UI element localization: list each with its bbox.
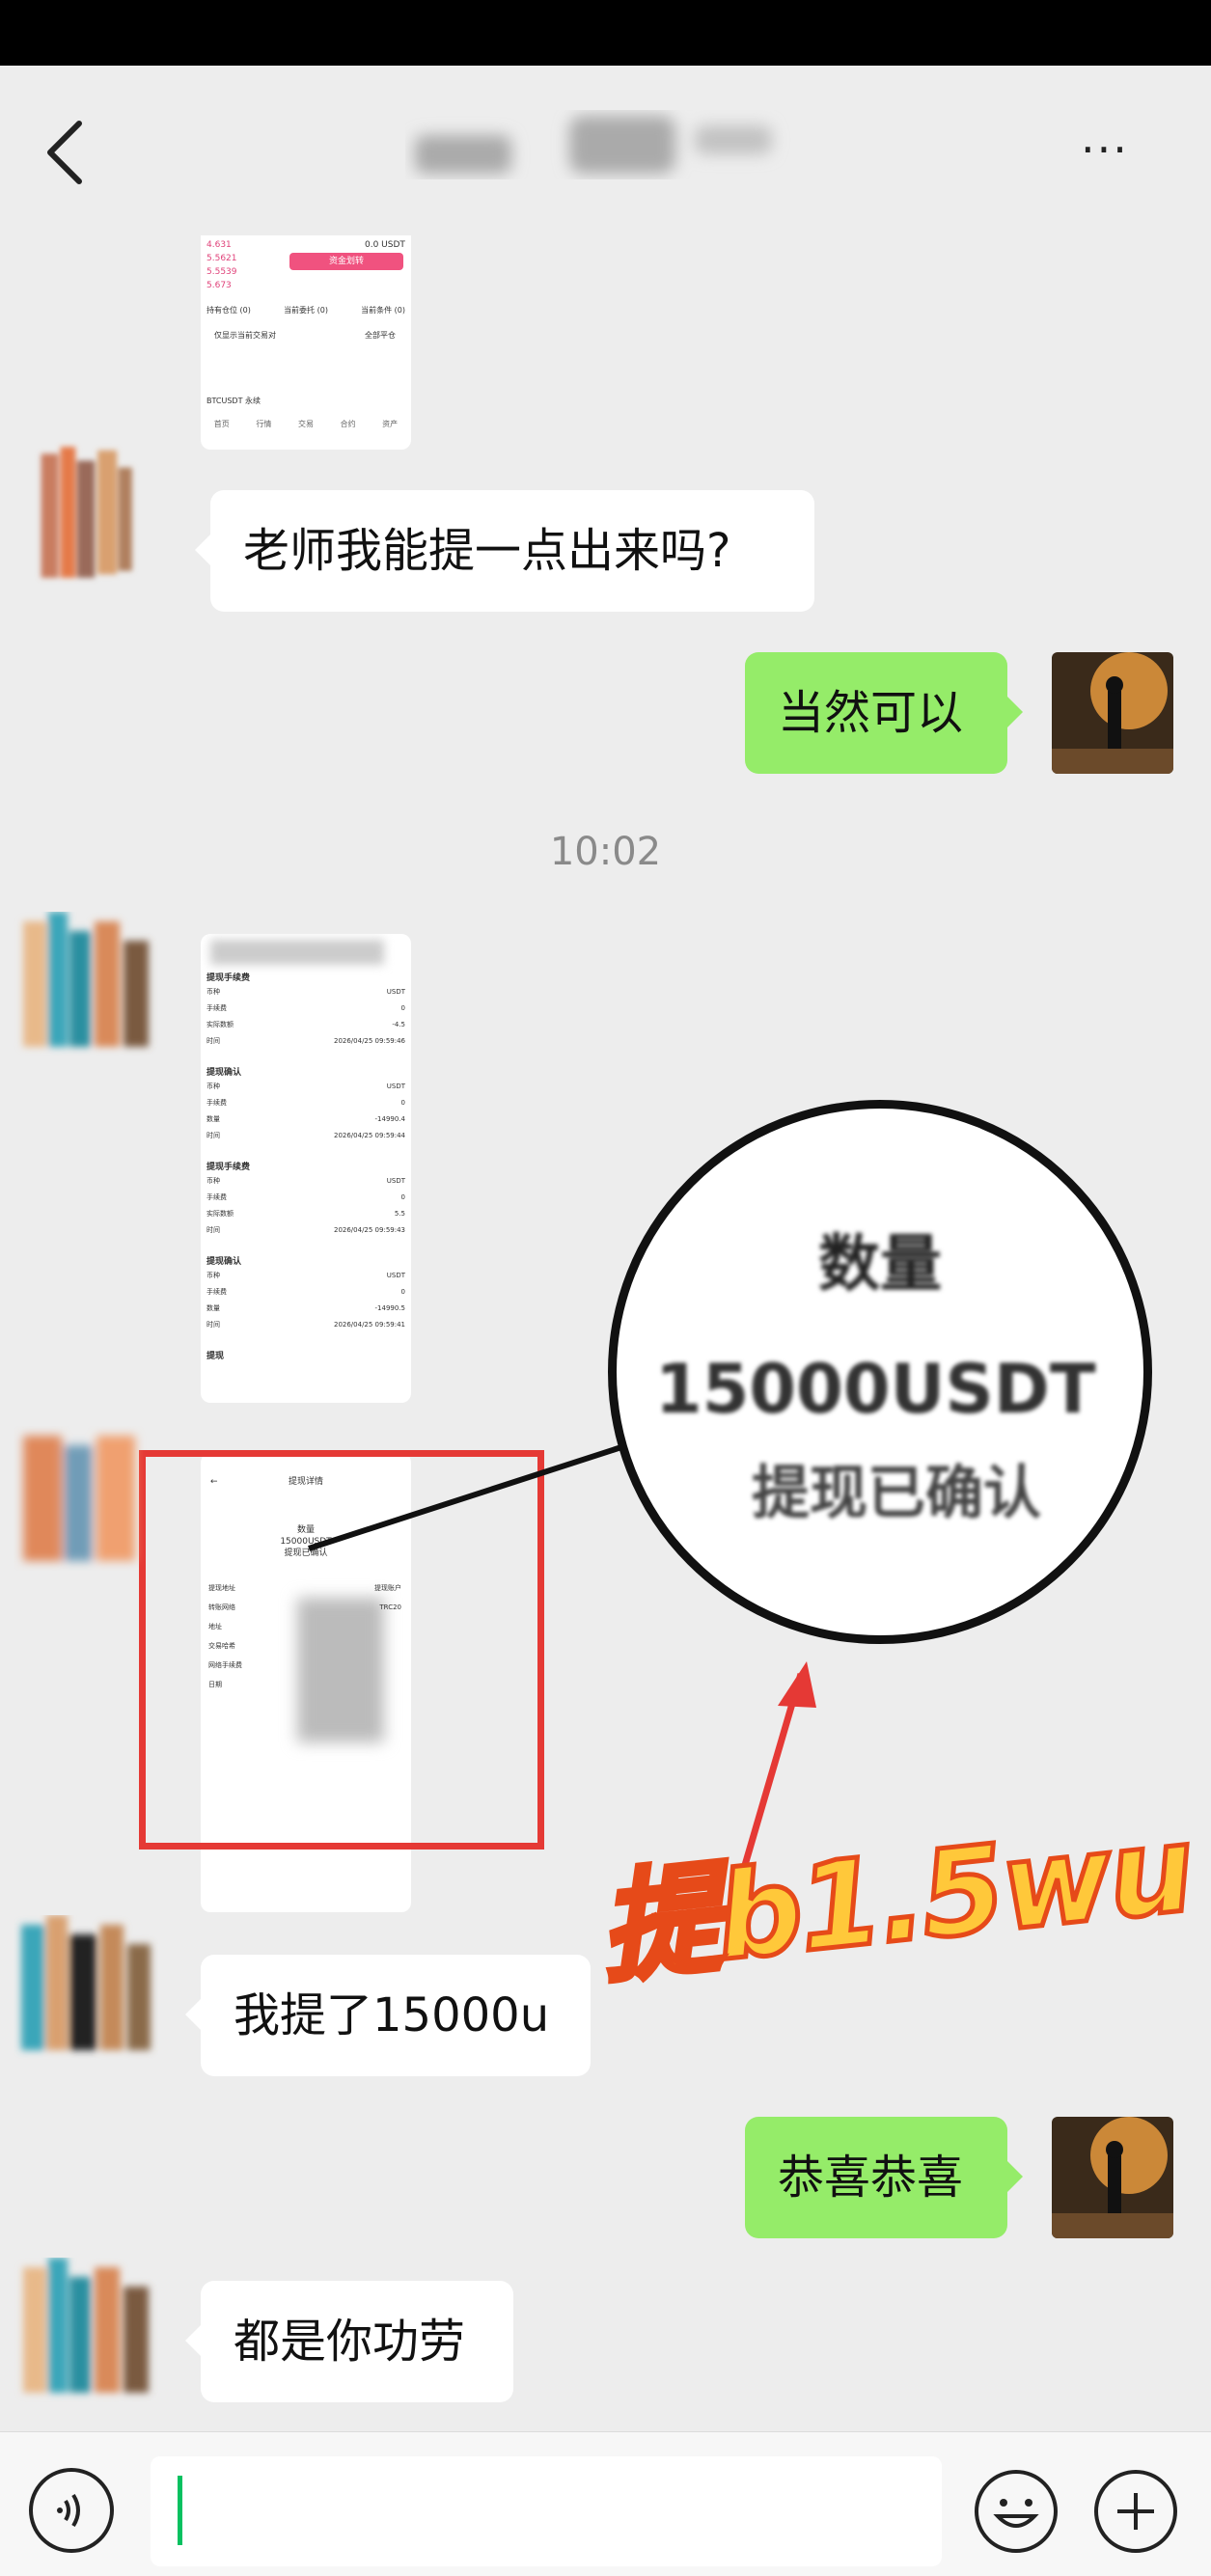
contact-avatar[interactable] <box>14 1426 158 1571</box>
record-section-title: 提现手续费 <box>206 973 251 983</box>
more-options-button[interactable]: ··· <box>1081 127 1158 172</box>
record-footer: 提现 <box>206 1352 225 1361</box>
price-row: 5.5539 <box>206 267 237 277</box>
record-row: 实际数额 -4.5 <box>206 1021 405 1028</box>
record-row: 实际数额 5.5 <box>206 1210 405 1218</box>
contact-avatar[interactable] <box>14 440 158 585</box>
record-row: 数量 -14990.4 <box>206 1115 405 1123</box>
highlight-box <box>139 1450 544 1850</box>
emoji-button[interactable] <box>975 2470 1058 2553</box>
message-bubble-outgoing[interactable]: 当然可以 <box>745 652 1023 774</box>
position-tabs: 持有仓位 (0) 当前委托 (0) 当前条件 (0) <box>206 306 405 315</box>
zoom-magnifier: 数量 15000USDT 提现已确认 <box>608 1100 1152 1644</box>
record-row: 手续费 0 <box>206 1004 405 1012</box>
zoom-amount-label: 数量 <box>818 1229 942 1301</box>
record-row: 币种 USDT <box>206 1272 405 1279</box>
record-row: 时间 2026/04/25 09:59:46 <box>206 1037 405 1045</box>
timestamp: 10:02 <box>549 830 662 874</box>
contact-avatar[interactable] <box>14 2258 158 2402</box>
voice-input-button[interactable] <box>29 2468 114 2553</box>
redacted-header <box>210 940 384 965</box>
contact-avatar[interactable] <box>14 912 158 1056</box>
transfer-button: 资金划转 <box>289 253 403 270</box>
price-row: 5.5621 <box>206 254 237 263</box>
record-section-title: 提现手续费 <box>206 1163 251 1172</box>
record-row: 币种 USDT <box>206 1082 405 1090</box>
record-row: 币种 USDT <box>206 1177 405 1185</box>
price-row: 4.631 <box>206 240 232 250</box>
my-avatar[interactable] <box>1052 652 1173 774</box>
record-row: 手续费 0 <box>206 1288 405 1296</box>
balance-value: 0.0 USDT <box>365 240 405 250</box>
record-row: 时间 2026/04/25 09:59:44 <box>206 1132 405 1139</box>
message-input[interactable] <box>151 2456 942 2566</box>
record-section-title: 提现确认 <box>206 1257 242 1267</box>
record-row: 时间 2026/04/25 09:59:43 <box>206 1226 405 1234</box>
pair-label: BTCUSDT 永续 <box>206 397 261 405</box>
status-bar <box>0 0 1211 66</box>
app-bottom-nav: 首页 行情 交易 合约 资产 <box>213 420 399 428</box>
record-row: 手续费 0 <box>206 1099 405 1107</box>
record-row: 时间 2026/04/25 09:59:41 <box>206 1321 405 1329</box>
message-bubble-outgoing[interactable]: 恭喜恭喜 <box>745 2117 1023 2238</box>
record-row: 数量 -14990.5 <box>206 1304 405 1312</box>
message-bubble-incoming[interactable]: 都是你功劳 <box>185 2281 513 2402</box>
message-bubble-incoming[interactable]: 老师我能提一点出来吗? <box>195 490 814 612</box>
plus-button[interactable] <box>1094 2470 1177 2553</box>
my-avatar[interactable] <box>1052 2117 1173 2238</box>
record-row: 手续费 0 <box>206 1193 405 1201</box>
arrow-head-icon <box>778 1661 816 1708</box>
image-message-trade-screenshot[interactable]: 4.631 5.5621 5.5539 5.673 0.0 USDT 资金划转 … <box>201 235 411 450</box>
record-row: 币种 USDT <box>206 988 405 996</box>
text-cursor <box>178 2476 182 2545</box>
image-message-withdraw-records[interactable]: 提现手续费 币种 USDT 手续费 0 实际数额 -4.5 时间 2026/04/25 09:5… <box>201 934 411 1403</box>
back-button[interactable] <box>39 114 96 191</box>
close-all-hint: 全部平仓 <box>365 331 396 340</box>
price-row: 5.673 <box>206 281 232 290</box>
zoom-amount-value: 15000USDT <box>655 1350 1096 1429</box>
contact-avatar[interactable] <box>14 1915 158 2060</box>
zoom-status: 提现已确认 <box>752 1460 1041 1527</box>
chat-title-redacted <box>415 116 772 174</box>
filter-hint: 仅显示当前交易对 <box>214 331 276 340</box>
record-section-title: 提现确认 <box>206 1068 242 1078</box>
annotation-text: 提b1.5wu <box>592 1797 1200 2002</box>
message-bubble-incoming[interactable]: 我提了15000u <box>185 1955 591 2076</box>
